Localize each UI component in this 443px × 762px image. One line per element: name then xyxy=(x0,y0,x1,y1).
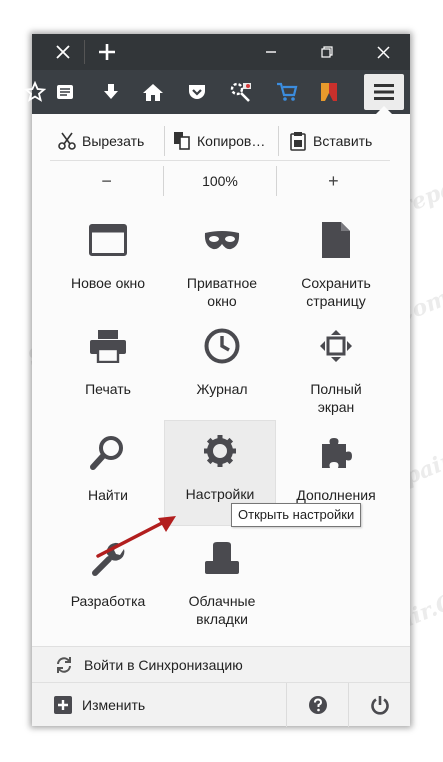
restore-icon xyxy=(321,46,333,58)
customize-button[interactable]: Изменить xyxy=(32,683,286,727)
main-menu-panel: Вырезать Копиров… Вставить − 100% + Ново… xyxy=(32,106,410,727)
add-icon xyxy=(54,695,72,714)
history-button[interactable]: Журнал xyxy=(166,316,278,420)
restore-button[interactable] xyxy=(314,34,340,70)
divider xyxy=(50,160,390,161)
open-menu-button[interactable] xyxy=(364,74,404,110)
fullscreen-button[interactable]: Полный экран xyxy=(280,316,392,420)
tab-close-button[interactable] xyxy=(48,34,78,70)
gear-icon xyxy=(200,429,240,473)
search-icon xyxy=(88,430,128,474)
history-clock-icon xyxy=(202,324,242,368)
minimize-button[interactable] xyxy=(258,34,284,70)
title-bar xyxy=(32,34,410,70)
home-button[interactable] xyxy=(136,70,170,114)
close-icon xyxy=(376,45,390,59)
new-window-icon xyxy=(88,218,128,262)
sync-label: Войти в Синхронизацию xyxy=(84,656,243,673)
panel-arrow xyxy=(375,106,393,115)
cart-button[interactable] xyxy=(270,70,304,114)
settings-tooltip: Открыть настройки xyxy=(231,503,362,527)
new-window-label: Новое окно xyxy=(70,275,146,291)
star-icon xyxy=(24,81,46,102)
cut-label: Вырезать xyxy=(82,133,145,149)
synced-tabs-label: Облачные вкладки xyxy=(188,593,256,627)
bookmark-addon-button[interactable] xyxy=(312,70,346,114)
cut-button[interactable]: Вырезать xyxy=(50,126,164,156)
bookmark-star-button[interactable] xyxy=(18,70,52,114)
private-window-label: Приватное окно xyxy=(186,275,258,309)
quit-button[interactable] xyxy=(348,682,410,727)
find-label: Найти xyxy=(88,487,128,503)
tools-button[interactable] xyxy=(224,70,258,114)
plus-icon xyxy=(99,44,115,60)
cloud-tabs-icon xyxy=(202,536,242,580)
tools-icon xyxy=(230,82,251,102)
plus-icon: + xyxy=(328,170,339,191)
zoom-reset-button[interactable]: 100% xyxy=(163,166,277,196)
paste-button[interactable]: Вставить xyxy=(278,126,390,156)
sync-signin-button[interactable]: Войти в Синхронизацию xyxy=(32,646,410,682)
paste-label: Вставить xyxy=(313,133,373,149)
pocket-button[interactable] xyxy=(180,70,214,114)
downloads-button[interactable] xyxy=(94,70,128,114)
zoom-in-button[interactable]: + xyxy=(277,166,390,196)
addons-label: Дополнения xyxy=(296,487,376,503)
download-icon xyxy=(104,84,118,99)
reading-list-button[interactable] xyxy=(48,70,82,114)
copy-label: Копиров… xyxy=(197,133,266,149)
fullscreen-icon xyxy=(316,324,356,368)
printer-icon xyxy=(88,324,128,368)
close-icon xyxy=(56,45,70,59)
zoom-out-button[interactable]: − xyxy=(50,166,163,196)
private-mask-icon xyxy=(202,218,242,262)
copy-icon xyxy=(171,130,193,152)
copy-button[interactable]: Копиров… xyxy=(164,126,278,156)
power-icon xyxy=(370,695,389,715)
help-button[interactable] xyxy=(286,682,348,727)
print-button[interactable]: Печать xyxy=(52,316,164,420)
new-window-button[interactable]: Новое окно xyxy=(52,210,164,314)
developer-label: Разработка xyxy=(70,593,146,609)
reading-list-icon xyxy=(57,85,73,99)
print-label: Печать xyxy=(85,381,131,397)
paste-icon xyxy=(287,130,309,152)
new-tab-button[interactable] xyxy=(92,34,122,70)
edit-controls: Вырезать Копиров… Вставить xyxy=(50,126,390,156)
fullscreen-label: Полный экран xyxy=(310,381,362,415)
find-button[interactable]: Найти xyxy=(52,422,164,526)
cart-icon xyxy=(277,82,298,101)
minus-icon: − xyxy=(101,170,112,191)
firefox-window: Вырезать Копиров… Вставить − 100% + Ново… xyxy=(24,34,410,727)
help-icon xyxy=(308,695,327,714)
home-icon xyxy=(143,84,163,101)
save-page-button[interactable]: Сохранить страницу xyxy=(280,210,392,314)
annotation-arrow xyxy=(96,516,176,558)
tab-separator xyxy=(84,40,85,64)
settings-label: Настройки xyxy=(185,486,255,502)
customize-label: Изменить xyxy=(82,696,146,713)
close-window-button[interactable] xyxy=(370,34,396,70)
private-window-button[interactable]: Приватное окно xyxy=(166,210,278,314)
hamburger-menu-icon xyxy=(374,84,394,100)
save-page-label: Сохранить страницу xyxy=(301,275,371,309)
history-label: Журнал xyxy=(196,381,248,397)
save-page-icon xyxy=(316,218,356,262)
puzzle-icon xyxy=(316,430,356,474)
synced-tabs-button[interactable]: Облачные вкладки xyxy=(166,528,278,632)
sync-icon xyxy=(54,655,74,675)
menu-footer: Изменить xyxy=(32,682,410,727)
bookmark-icon xyxy=(321,83,337,101)
scissors-icon xyxy=(56,130,78,152)
pocket-icon xyxy=(189,85,205,99)
zoom-controls: − 100% + xyxy=(50,166,390,196)
zoom-value: 100% xyxy=(202,173,238,189)
nav-toolbar xyxy=(24,70,410,114)
minimize-icon xyxy=(266,51,276,53)
